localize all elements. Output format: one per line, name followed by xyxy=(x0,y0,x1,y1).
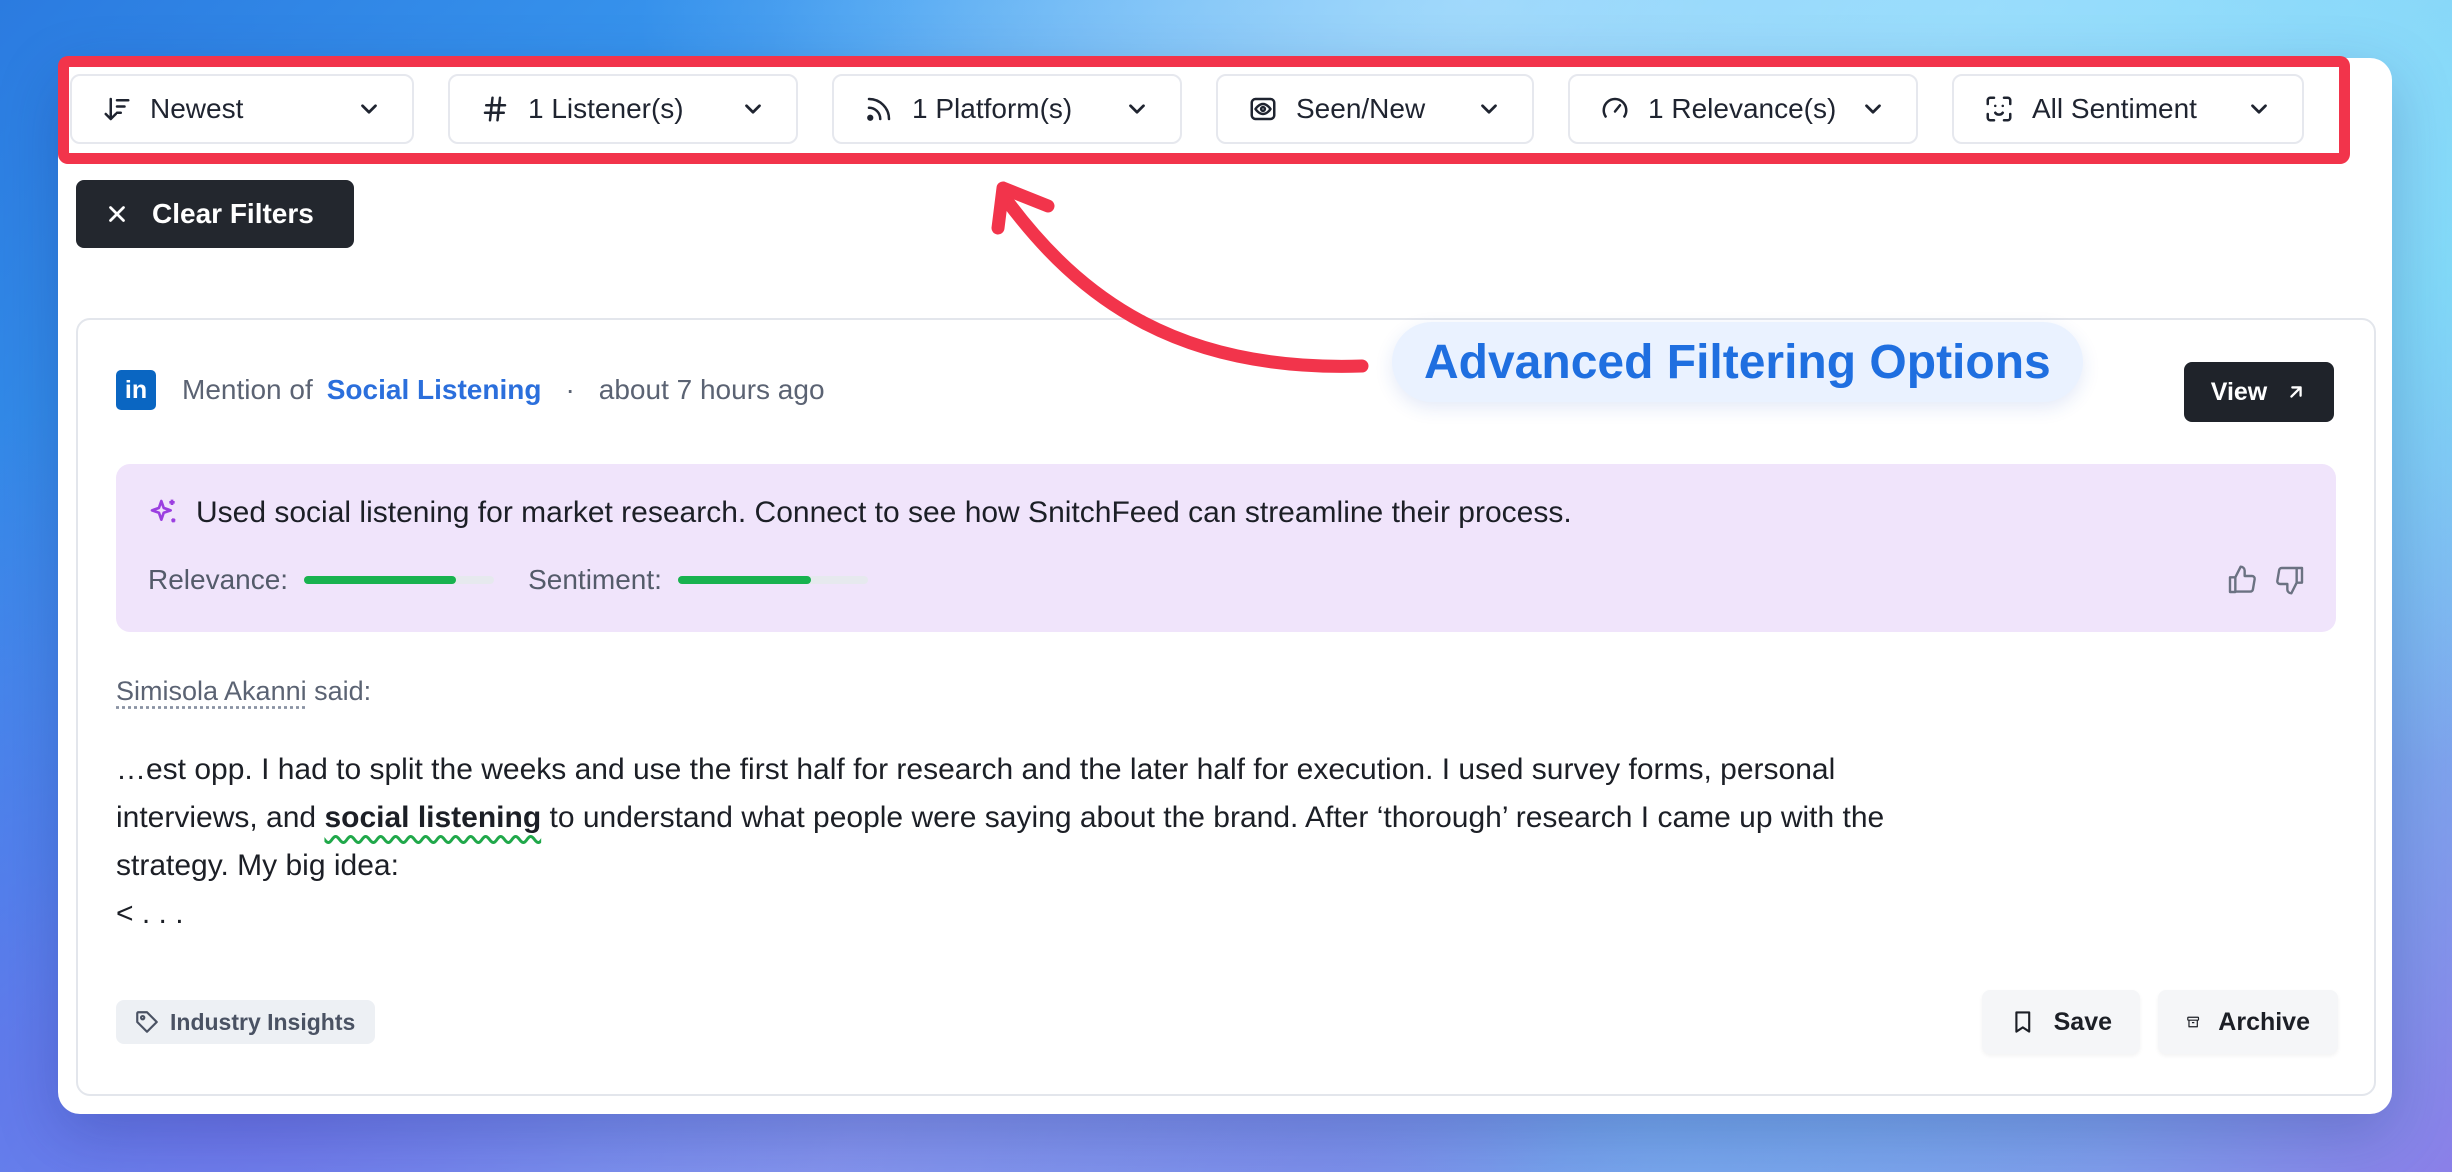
linkedin-icon: in xyxy=(116,370,156,410)
sentiment-label: All Sentiment xyxy=(2032,93,2197,124)
keyword-highlight: social listening xyxy=(324,801,542,834)
sort-label: Newest xyxy=(150,93,244,124)
summary-line: Used social listening for market researc… xyxy=(148,496,1572,530)
clear-filters-button[interactable]: Clear Filters xyxy=(76,180,354,248)
listener-label: 1 Listener(s) xyxy=(528,93,684,124)
listener-link[interactable]: Social Listening xyxy=(327,374,542,406)
sentiment-dropdown[interactable]: All Sentiment xyxy=(1952,74,2304,144)
tag-label: Industry Insights xyxy=(170,1008,356,1035)
seen-label: Seen/New xyxy=(1296,93,1426,124)
author-said: said: xyxy=(314,676,372,706)
summary-text: Used social listening for market researc… xyxy=(196,496,1572,529)
thumbs-down-icon[interactable] xyxy=(2274,564,2306,596)
mention-prefix: Mention of xyxy=(182,374,313,405)
mention-card: in Mention of Social Listening · about 7… xyxy=(76,318,2376,1096)
archive-label: Archive xyxy=(2218,1007,2310,1036)
sentiment-metric-label: Sentiment: xyxy=(528,564,662,595)
body-text-tail: < . . . xyxy=(116,897,184,930)
close-icon xyxy=(109,206,125,222)
view-button[interactable]: View xyxy=(2184,362,2334,422)
eye-icon xyxy=(1250,97,1276,121)
listener-dropdown[interactable]: 1 Listener(s) xyxy=(448,74,798,144)
chevron-down-icon xyxy=(1129,104,1145,114)
rss-icon xyxy=(867,97,891,121)
seen-dropdown[interactable]: Seen/New xyxy=(1216,74,1534,144)
thumbs-up-icon[interactable] xyxy=(2226,564,2258,596)
relevance-bar xyxy=(304,576,495,584)
author-name[interactable]: Simisola Akanni xyxy=(116,676,307,706)
relevance-dropdown[interactable]: 1 Relevance(s) xyxy=(1568,74,1918,144)
tag-icon xyxy=(136,1011,158,1033)
platform-dropdown[interactable]: 1 Platform(s) xyxy=(832,74,1182,144)
mention-header: in Mention of Social Listening · about 7… xyxy=(116,370,825,410)
sort-icon xyxy=(104,97,130,121)
score-metrics: Relevance: Sentiment: xyxy=(148,564,902,596)
sparkle-icon xyxy=(150,499,176,523)
bookmark-icon xyxy=(2015,1011,2031,1033)
sort-dropdown[interactable]: Newest xyxy=(70,74,414,144)
feedback-buttons xyxy=(2226,564,2306,596)
sentiment-bar-fill xyxy=(677,576,811,584)
chevron-down-icon xyxy=(2251,104,2267,114)
chevron-down-icon xyxy=(361,104,377,114)
chevron-down-icon xyxy=(1865,104,1881,114)
sentiment-bar xyxy=(677,576,868,584)
chevron-down-icon xyxy=(1481,104,1497,114)
archive-button[interactable]: Archive xyxy=(2158,990,2338,1054)
hash-icon xyxy=(483,96,507,122)
ai-summary: Used social listening for market researc… xyxy=(116,464,2336,632)
external-arrow-icon xyxy=(2290,386,2302,398)
mention-body: …est opp. I had to split the weeks and u… xyxy=(116,746,1956,938)
clear-filters-label: Clear Filters xyxy=(152,198,314,229)
filter-bar: Newest 1 Listener(s) 1 Platform(s) Seen/… xyxy=(70,74,2320,146)
relevance-bar-fill xyxy=(304,576,457,584)
relevance-metric-label: Relevance: xyxy=(148,564,289,595)
separator-dot: · xyxy=(565,374,575,405)
platform-label: 1 Platform(s) xyxy=(912,93,1073,124)
gauge-icon xyxy=(1602,97,1628,118)
save-label: Save xyxy=(2053,1007,2112,1036)
relevance-label: 1 Relevance(s) xyxy=(1648,93,1837,124)
chevron-down-icon xyxy=(745,104,761,114)
face-scan-icon xyxy=(1986,96,2012,122)
archive-icon xyxy=(2187,1016,2200,1028)
author-line: Simisola Akanni said: xyxy=(116,676,371,707)
annotation-label: Advanced Filtering Options xyxy=(1392,322,2083,402)
category-tag[interactable]: Industry Insights xyxy=(116,1000,376,1044)
view-label: View xyxy=(2210,377,2268,406)
mention-time: about 7 hours ago xyxy=(598,374,825,405)
save-button[interactable]: Save xyxy=(1982,990,2140,1054)
